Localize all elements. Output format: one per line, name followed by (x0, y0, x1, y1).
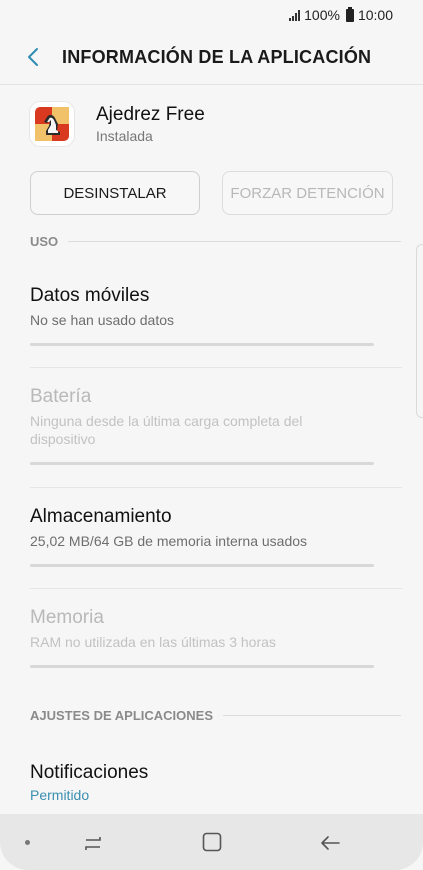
section-label-app-settings: AJUSTES DE APLICACIONES (30, 708, 213, 723)
battery-percent: 100% (304, 7, 340, 23)
memory-item: Memoria RAM no utilizada en las últimas … (30, 607, 374, 668)
chess-app-icon (30, 102, 74, 146)
item-subtitle: No se han usado datos (30, 312, 174, 328)
divider (30, 367, 402, 368)
item-subtitle: 25,02 MB/64 GB de memoria interna usados (30, 533, 308, 549)
section-label-usage: USO (30, 234, 59, 249)
section-header-app-settings: AJUSTES DE APLICACIONES (30, 708, 401, 723)
page-title: INFORMACIÓN DE LA APLICACIÓN (62, 46, 372, 67)
clock: 10:00 (357, 7, 393, 23)
force-stop-button[interactable]: FORZAR DETENCIÓN (222, 171, 393, 215)
app-info: Ajedrez Free Instalada (30, 102, 205, 146)
usage-bar (30, 343, 374, 346)
app-install-status: Instalada (96, 128, 153, 144)
section-divider (223, 715, 401, 716)
signal-icon (289, 9, 301, 21)
status-bar: 100% 10:00 (0, 0, 423, 30)
item-subtitle: RAM no utilizada en las últimas 3 horas (30, 634, 276, 650)
notifications-item[interactable]: Notificaciones Permitido (30, 762, 374, 804)
usage-bar (30, 564, 374, 567)
chevron-left-icon[interactable] (22, 46, 44, 68)
item-subtitle: Permitido (30, 787, 90, 803)
recent-apps-icon[interactable] (82, 832, 104, 859)
battery-item: Batería Ninguna desde la última carga co… (30, 386, 374, 465)
section-divider (68, 241, 401, 242)
item-title: Notificaciones (30, 762, 149, 783)
edge-panel-handle[interactable] (416, 244, 423, 418)
item-title: Almacenamiento (30, 506, 172, 527)
storage-item[interactable]: Almacenamiento 25,02 MB/64 GB de memoria… (30, 506, 374, 567)
divider (30, 487, 402, 488)
section-header-usage: USO (30, 234, 401, 249)
back-arrow-icon[interactable] (319, 832, 341, 859)
uninstall-button[interactable]: DESINSTALAR (30, 171, 200, 215)
item-title: Batería (30, 386, 92, 407)
app-name: Ajedrez Free (96, 104, 205, 125)
navigation-bar (0, 814, 423, 870)
item-title: Datos móviles (30, 285, 150, 306)
item-title: Memoria (30, 607, 104, 628)
divider (30, 588, 402, 589)
mobile-data-item[interactable]: Datos móviles No se han usado datos (30, 285, 374, 346)
usage-bar (30, 462, 374, 465)
dot-icon[interactable] (25, 840, 30, 845)
home-icon[interactable] (201, 831, 223, 858)
battery-icon (345, 6, 354, 22)
item-subtitle: Ninguna desde la última carga completa d… (30, 413, 303, 447)
app-bar: INFORMACIÓN DE LA APLICACIÓN (0, 30, 423, 85)
usage-bar (30, 665, 374, 668)
